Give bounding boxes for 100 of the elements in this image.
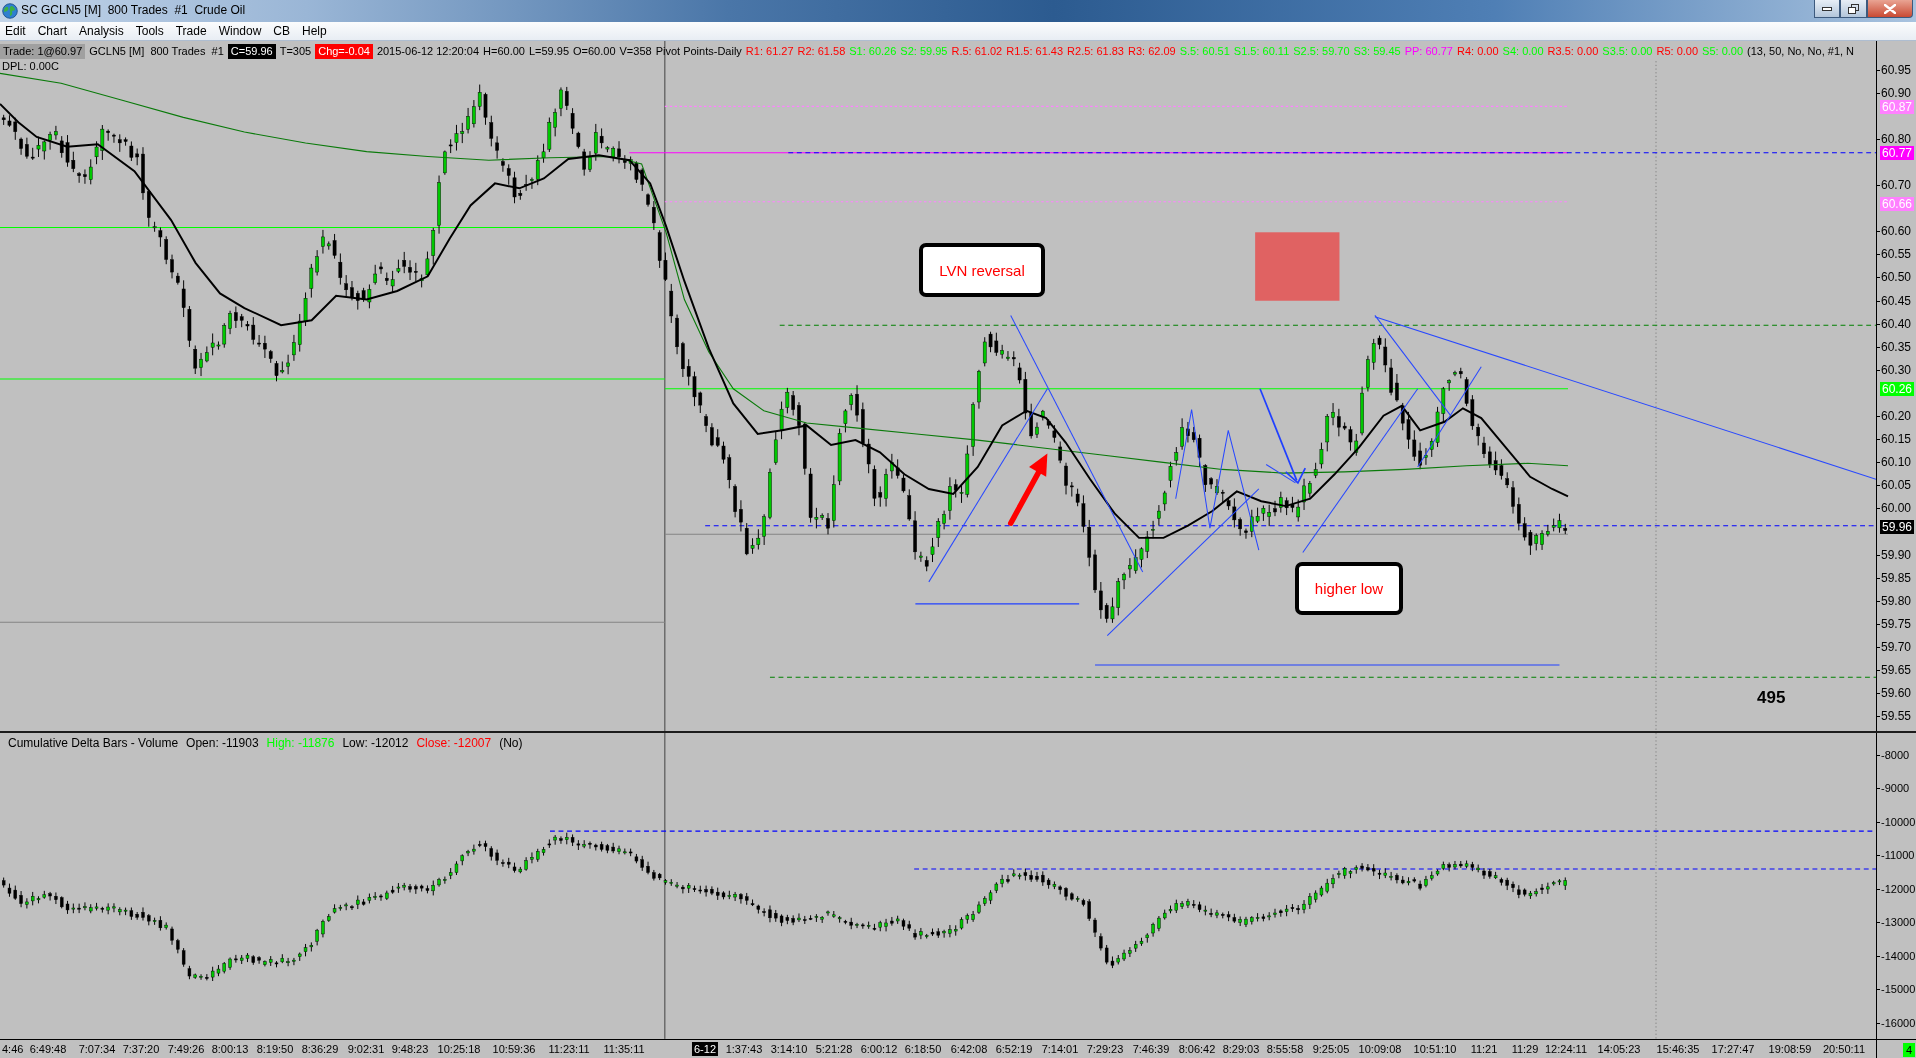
price-label: 60.95 [1877,63,1912,77]
chart-info-item: GCLN5 [M] 800 Trades #1 [89,44,224,59]
chart-info-item: R.5: 61.02 [951,44,1003,59]
time-label: 20:50:11 [1822,1042,1866,1056]
delta-label: -16000 [1877,1016,1916,1030]
corner-counter: 4 [1902,1043,1915,1057]
chart-info-item: (13, 50, No, No, #1, N [1747,44,1855,59]
price-marker: 59.96 [1880,520,1915,535]
time-label: 7:46:39 [1131,1042,1171,1056]
price-marker: 60.26 [1880,381,1915,396]
chart-info-item: S2.5: 59.70 [1293,44,1350,59]
time-label: 10:59:36 [491,1042,537,1056]
chart-info-item: Chg=-0.04 [315,44,373,59]
price-label: 60.35 [1877,340,1912,354]
time-label: 8:36:29 [300,1042,340,1056]
chart-info-item: S2: 59.95 [900,44,948,59]
chart-info-item: R4: 0.00 [1457,44,1499,59]
menu-item[interactable]: Edit [0,22,32,40]
time-label: 6:00:12 [859,1042,899,1056]
chart-info-item: R2.5: 61.83 [1067,44,1124,59]
chart-info-item: R5: 0.00 [1656,44,1699,59]
price-label: 60.55 [1877,248,1912,262]
price-label: 60.80 [1877,132,1912,146]
price-label: 59.70 [1877,641,1912,654]
time-label: 9:48:23 [390,1042,430,1056]
time-label: 12:24:11 [1544,1042,1588,1056]
bar-count-label: 495 [1757,688,1786,708]
time-label: 15:46:35 [1655,1042,1701,1056]
menu-item[interactable]: Help [296,22,333,40]
study-title: Cumulative Delta Bars - Volume [8,736,179,750]
price-label: 60.60 [1877,225,1912,239]
time-label: 3:14:10 [769,1042,809,1056]
time-label: 9:25:05 [1311,1042,1351,1056]
chart-info-item: S4: 0.00 [1502,44,1544,59]
chart-info-item: R1: 61.27 [745,44,794,59]
time-label: 4:46 [1,1042,25,1056]
price-label: 59.90 [1877,548,1912,562]
menu-item[interactable]: Trade [169,22,213,40]
study-value: High: -11876 [266,736,335,750]
menu-item[interactable]: Chart [31,22,74,40]
menu-item[interactable]: Analysis [73,22,130,40]
chart-info-item: S3.5: 0.00 [1602,44,1653,59]
time-label: 6:52:19 [994,1042,1034,1056]
menu-item[interactable]: Tools [129,22,170,40]
time-label: 10:51:10 [1412,1042,1458,1056]
menu-item[interactable]: Window [212,22,268,40]
price-label: 59.75 [1877,617,1912,631]
price-marker: 60.77 [1880,146,1915,161]
price-label: 59.60 [1877,687,1912,701]
chart-info-item: Pivot Points-Daily [655,44,742,59]
price-label: 60.45 [1877,294,1912,308]
restore-icon [1848,3,1859,14]
price-label: 59.85 [1877,571,1912,585]
close-icon [1884,3,1896,14]
price-label: 59.80 [1877,594,1912,608]
restore-button[interactable] [1840,0,1867,18]
chart-info-item: S3: 59.45 [1353,44,1401,59]
time-label: 6:18:50 [903,1042,943,1056]
delta-label: -10000 [1877,815,1916,829]
chart-info-item: S.5: 60.51 [1179,44,1230,59]
window-title: SC GCLN5 [M] 800 Trades #1 Crude Oil [21,2,246,19]
price-label: 59.55 [1877,710,1912,724]
price-label: 60.10 [1877,456,1912,470]
chart-info-item: R3.5: 0.00 [1547,44,1599,59]
minimize-icon [1822,6,1832,11]
close-button[interactable] [1867,0,1913,18]
time-label: 8:06:42 [1177,1042,1217,1056]
delta-label: -12000 [1877,882,1916,896]
chart-info-item: T=305 [279,44,312,59]
globe-icon [2,3,18,19]
delta-label: -11000 [1877,849,1915,862]
chart-info-item: R2: 61.58 [797,44,846,59]
chart-info-item: R3: 62.09 [1127,44,1176,59]
price-label: 60.20 [1877,410,1912,423]
price-label: 60.15 [1877,433,1912,447]
delta-label: -8000 [1877,748,1910,762]
time-label: 11:29 [1510,1042,1540,1056]
time-label: 7:29:23 [1085,1042,1125,1056]
chart-info-item: L=59.95 [528,44,569,59]
time-label: 10:09:08 [1357,1042,1403,1056]
chart-info-item: H=60.00 [483,44,525,59]
time-label: 17:27:47 [1710,1042,1756,1056]
time-label: 14:05:23 [1596,1042,1642,1056]
chart-info-item: C=59.96 [227,44,276,59]
time-label: 8:55:58 [1265,1042,1305,1056]
chart-info-item: R1.5: 61.43 [1006,44,1064,59]
time-label: 6:49:48 [28,1042,68,1056]
menu-item[interactable]: CB [267,22,296,40]
time-label: 7:14:01 [1040,1042,1080,1056]
delta-label: -9000 [1877,782,1910,795]
study-value: Open: -11903 [186,736,259,750]
price-label: 59.65 [1877,664,1912,678]
chart-info-item: PP: 60.77 [1404,44,1453,59]
minimize-button[interactable] [1814,0,1840,18]
time-label: 1:37:43 [724,1042,764,1056]
price-marker: 60.66 [1880,196,1915,211]
delta-label: -15000 [1877,983,1916,996]
time-label: 5:21:28 [814,1042,854,1056]
chart-info-item: S5: 0.00 [1702,44,1744,59]
study-value: Close: -12007 [416,736,492,750]
